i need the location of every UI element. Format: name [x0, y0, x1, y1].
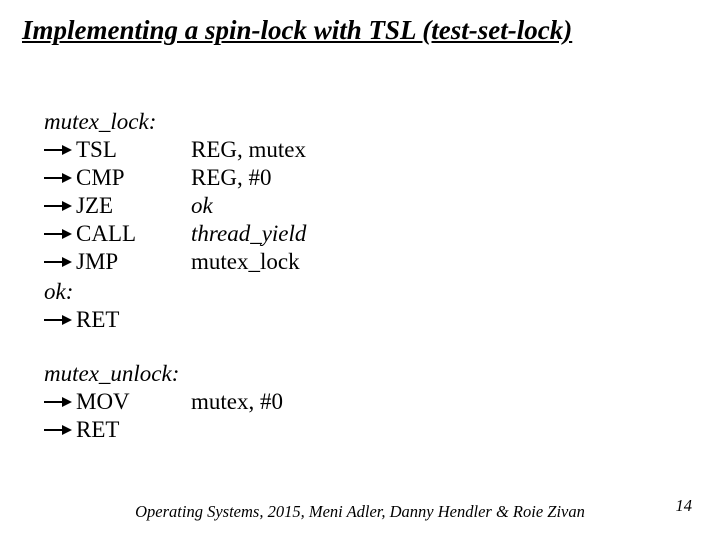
mnemonic: JZE [76, 192, 191, 220]
mnemonic: JMP [76, 248, 191, 276]
arrow-icon [44, 228, 76, 240]
operand: mutex_lock [191, 248, 698, 276]
code-line-jze: JZE ok [44, 192, 698, 220]
arrow-icon [44, 172, 76, 184]
slide-title: Implementing a spin-lock with TSL (test-… [22, 14, 698, 48]
operand: REG, mutex [191, 136, 698, 164]
page-number: 14 [676, 496, 693, 516]
arrow-icon [44, 314, 76, 326]
mnemonic: RET [76, 416, 191, 444]
mnemonic: TSL [76, 136, 191, 164]
code-line-ret2: RET [44, 416, 698, 444]
label-mutex-lock: mutex_lock: [44, 108, 698, 136]
code-line-mov: MOV mutex, #0 [44, 388, 698, 416]
operand: mutex, #0 [191, 388, 698, 416]
arrow-icon [44, 144, 76, 156]
operand: ok [191, 192, 698, 220]
operand: REG, #0 [191, 164, 698, 192]
code-block: mutex_lock: TSL REG, mutex CMP REG, #0 J… [44, 108, 698, 445]
mnemonic: MOV [76, 388, 191, 416]
slide: Implementing a spin-lock with TSL (test-… [0, 0, 720, 540]
slide-footer: Operating Systems, 2015, Meni Adler, Dan… [0, 502, 720, 522]
operand: thread_yield [191, 220, 698, 248]
label-ok: ok: [44, 278, 698, 306]
code-line-jmp: JMP mutex_lock [44, 248, 698, 276]
mnemonic: CMP [76, 164, 191, 192]
code-line-cmp: CMP REG, #0 [44, 164, 698, 192]
arrow-icon [44, 396, 76, 408]
label-mutex-unlock: mutex_unlock: [44, 360, 698, 388]
code-line-tsl: TSL REG, mutex [44, 136, 698, 164]
mnemonic: RET [76, 306, 191, 334]
code-line-call: CALL thread_yield [44, 220, 698, 248]
mnemonic: CALL [76, 220, 191, 248]
arrow-icon [44, 256, 76, 268]
arrow-icon [44, 424, 76, 436]
arrow-icon [44, 200, 76, 212]
code-line-ret: RET [44, 306, 698, 334]
